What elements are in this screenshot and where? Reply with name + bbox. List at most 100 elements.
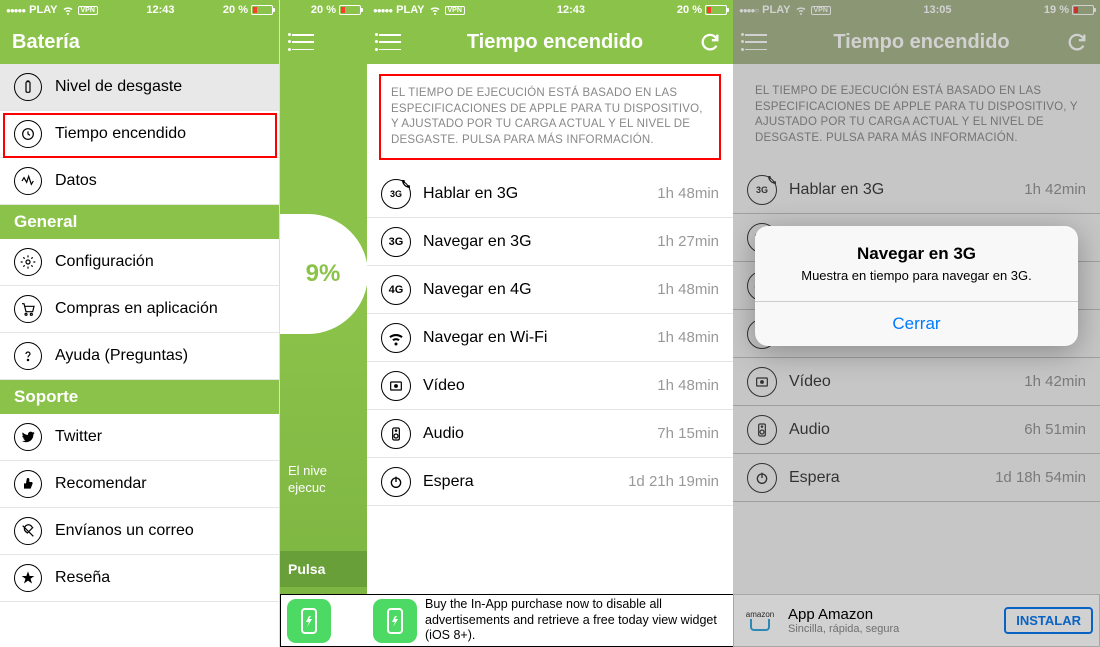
carrier-label: PLAY	[762, 4, 790, 16]
menu-icon[interactable]	[745, 34, 767, 50]
battery-icon	[705, 5, 727, 15]
menu-item-label: Compras en aplicación	[55, 300, 218, 318]
menu-item-label: Ayuda (Preguntas)	[55, 347, 188, 365]
runtime-row[interactable]: Vídeo1h 48min	[367, 362, 733, 410]
alert-message: Muestra en tiempo para navegar en 3G.	[755, 268, 1078, 301]
runtime-value: 1h 27min	[657, 233, 719, 250]
menu-item-runtime[interactable]: Tiempo encendido	[0, 111, 279, 158]
info-text[interactable]: EL TIEMPO DE EJECUCIÓN ESTÁ BASADO EN LA…	[745, 74, 1088, 156]
menu-item-label: Tiempo encendido	[55, 125, 186, 143]
runtime-label: Audio	[789, 421, 1024, 439]
refresh-icon[interactable]	[699, 31, 721, 53]
menu-list: Nivel de desgaste Tiempo encendido Datos Ge…	[0, 64, 279, 602]
menu-item-mail[interactable]: Envíanos un correo	[0, 508, 279, 555]
menu-item-recommend[interactable]: Recomendar	[0, 461, 279, 508]
runtime-row[interactable]: 3GNavegar en 3G1h 27min	[367, 218, 733, 266]
refresh-icon[interactable]	[1066, 31, 1088, 53]
menu-item-help[interactable]: Ayuda (Preguntas)	[0, 333, 279, 380]
runtime-row[interactable]: Vídeo1h 42min	[733, 358, 1100, 406]
wear-gauge: 9%	[280, 214, 367, 334]
data-icon	[14, 167, 42, 195]
signal-dots-icon	[739, 4, 758, 16]
alert-dialog: Navegar en 3G Muestra en tiempo para nav…	[755, 226, 1078, 346]
ad-app-icon[interactable]	[287, 599, 331, 643]
page-title: Batería	[12, 31, 267, 54]
menu-icon[interactable]	[292, 34, 314, 50]
info-text[interactable]: EL TIEMPO DE EJECUCIÓN ESTÁ BASADO EN LA…	[379, 74, 721, 160]
runtime-row[interactable]: 3GHablar en 3G1h 42min	[733, 166, 1100, 214]
install-button[interactable]: INSTALAR	[1004, 607, 1093, 634]
ad-subtitle: Sincilla, rápida, segura	[788, 623, 996, 635]
nav-bar: Tiempo encendido	[733, 20, 1100, 64]
status-bar: PLAYVPN 12:43 20 %	[0, 0, 279, 20]
menu-item-label: Nivel de desgaste	[55, 78, 182, 96]
ad-banner[interactable]: amazon App Amazon Sincilla, rápida, segu…	[733, 594, 1100, 647]
menu-item-label: Recomendar	[55, 475, 147, 493]
screenshot-peek: 20 % 9% El niveejecuc Pulsa	[280, 0, 367, 647]
runtime-label: Navegar en 4G	[423, 281, 657, 299]
status-bar: PLAYVPN 12:43 20 %	[367, 0, 733, 20]
peek-text: El niveejecuc	[288, 463, 365, 497]
runtime-label: Vídeo	[423, 377, 657, 395]
clock: 12:43	[465, 4, 677, 16]
battery-pct: 20 %	[223, 4, 248, 16]
runtime-value: 1d 18h 54min	[995, 469, 1086, 486]
screenshot-runtime: PLAYVPN 12:43 20 % Tiempo encendido EL T…	[367, 0, 733, 647]
alert-title: Navegar en 3G	[755, 226, 1078, 268]
peek-cta[interactable]: Pulsa	[280, 551, 367, 587]
runtime-value: 1h 42min	[1024, 181, 1086, 198]
wifi-icon	[381, 323, 411, 353]
ad-text: Buy the In-App purchase now to disable a…	[425, 597, 727, 644]
signal-dots-icon	[373, 4, 392, 16]
menu-item-label: Configuración	[55, 253, 154, 271]
nav-bar: Batería	[0, 20, 279, 64]
runtime-value: 1h 48min	[657, 281, 719, 298]
runtime-row[interactable]: Audio6h 51min	[733, 406, 1100, 454]
mail-icon	[14, 517, 42, 545]
section-header: General	[0, 205, 279, 239]
signal-dots-icon	[6, 4, 25, 16]
carrier-label: PLAY	[396, 4, 424, 16]
runtime-label: Navegar en 3G	[423, 233, 657, 251]
talk3g-icon: 3G	[747, 175, 777, 205]
runtime-label: Audio	[423, 425, 657, 443]
review-icon	[14, 564, 42, 592]
page-title: Tiempo encendido	[777, 31, 1066, 54]
video-icon	[747, 367, 777, 397]
status-bar: PLAYVPN 13:05 19 %	[733, 0, 1100, 20]
nav-bar	[280, 20, 367, 64]
screenshot-menu: PLAYVPN 12:43 20 % Batería Nivel de desg…	[0, 0, 280, 647]
menu-item-data[interactable]: Datos	[0, 158, 279, 205]
amazon-icon: amazon	[740, 601, 780, 641]
battery-icon	[339, 5, 361, 15]
vpn-badge: VPN	[445, 6, 465, 15]
menu-item-wear-level[interactable]: Nivel de desgaste	[0, 64, 279, 111]
runtime-label: Vídeo	[789, 373, 1024, 391]
menu-item-iap[interactable]: Compras en aplicación	[0, 286, 279, 333]
runtime-row[interactable]: 4GNavegar en 4G1h 48min	[367, 266, 733, 314]
clock: 13:05	[831, 4, 1044, 16]
battery-icon	[251, 5, 273, 15]
runtime-row[interactable]: Audio7h 15min	[367, 410, 733, 458]
runtime-value: 1h 48min	[657, 185, 719, 202]
ad-banner[interactable]: Buy the In-App purchase now to disable a…	[367, 594, 733, 647]
menu-item-settings[interactable]: Configuración	[0, 239, 279, 286]
runtime-label: Hablar en 3G	[423, 185, 657, 203]
runtime-value: 1h 42min	[1024, 373, 1086, 390]
menu-icon[interactable]	[379, 34, 401, 50]
menu-item-review[interactable]: Reseña	[0, 555, 279, 602]
alert-close-button[interactable]: Cerrar	[755, 301, 1078, 346]
recommend-icon	[14, 470, 42, 498]
runtime-value: 1d 21h 19min	[628, 473, 719, 490]
section-header: Soporte	[0, 380, 279, 414]
runtime-row[interactable]: 3GHablar en 3G1h 48min	[367, 170, 733, 218]
runtime-row[interactable]: Espera1d 21h 19min	[367, 458, 733, 506]
audio-icon	[381, 419, 411, 449]
runtime-row[interactable]: Navegar en Wi-Fi1h 48min	[367, 314, 733, 362]
wifi-icon	[429, 4, 441, 16]
menu-item-label: Datos	[55, 172, 97, 190]
runtime-row[interactable]: Espera1d 18h 54min	[733, 454, 1100, 502]
menu-item-twitter[interactable]: Twitter	[0, 414, 279, 461]
runtime-list: 3GHablar en 3G1h 48min3GNavegar en 3G1h …	[367, 170, 733, 594]
runtime-label: Espera	[789, 469, 995, 487]
